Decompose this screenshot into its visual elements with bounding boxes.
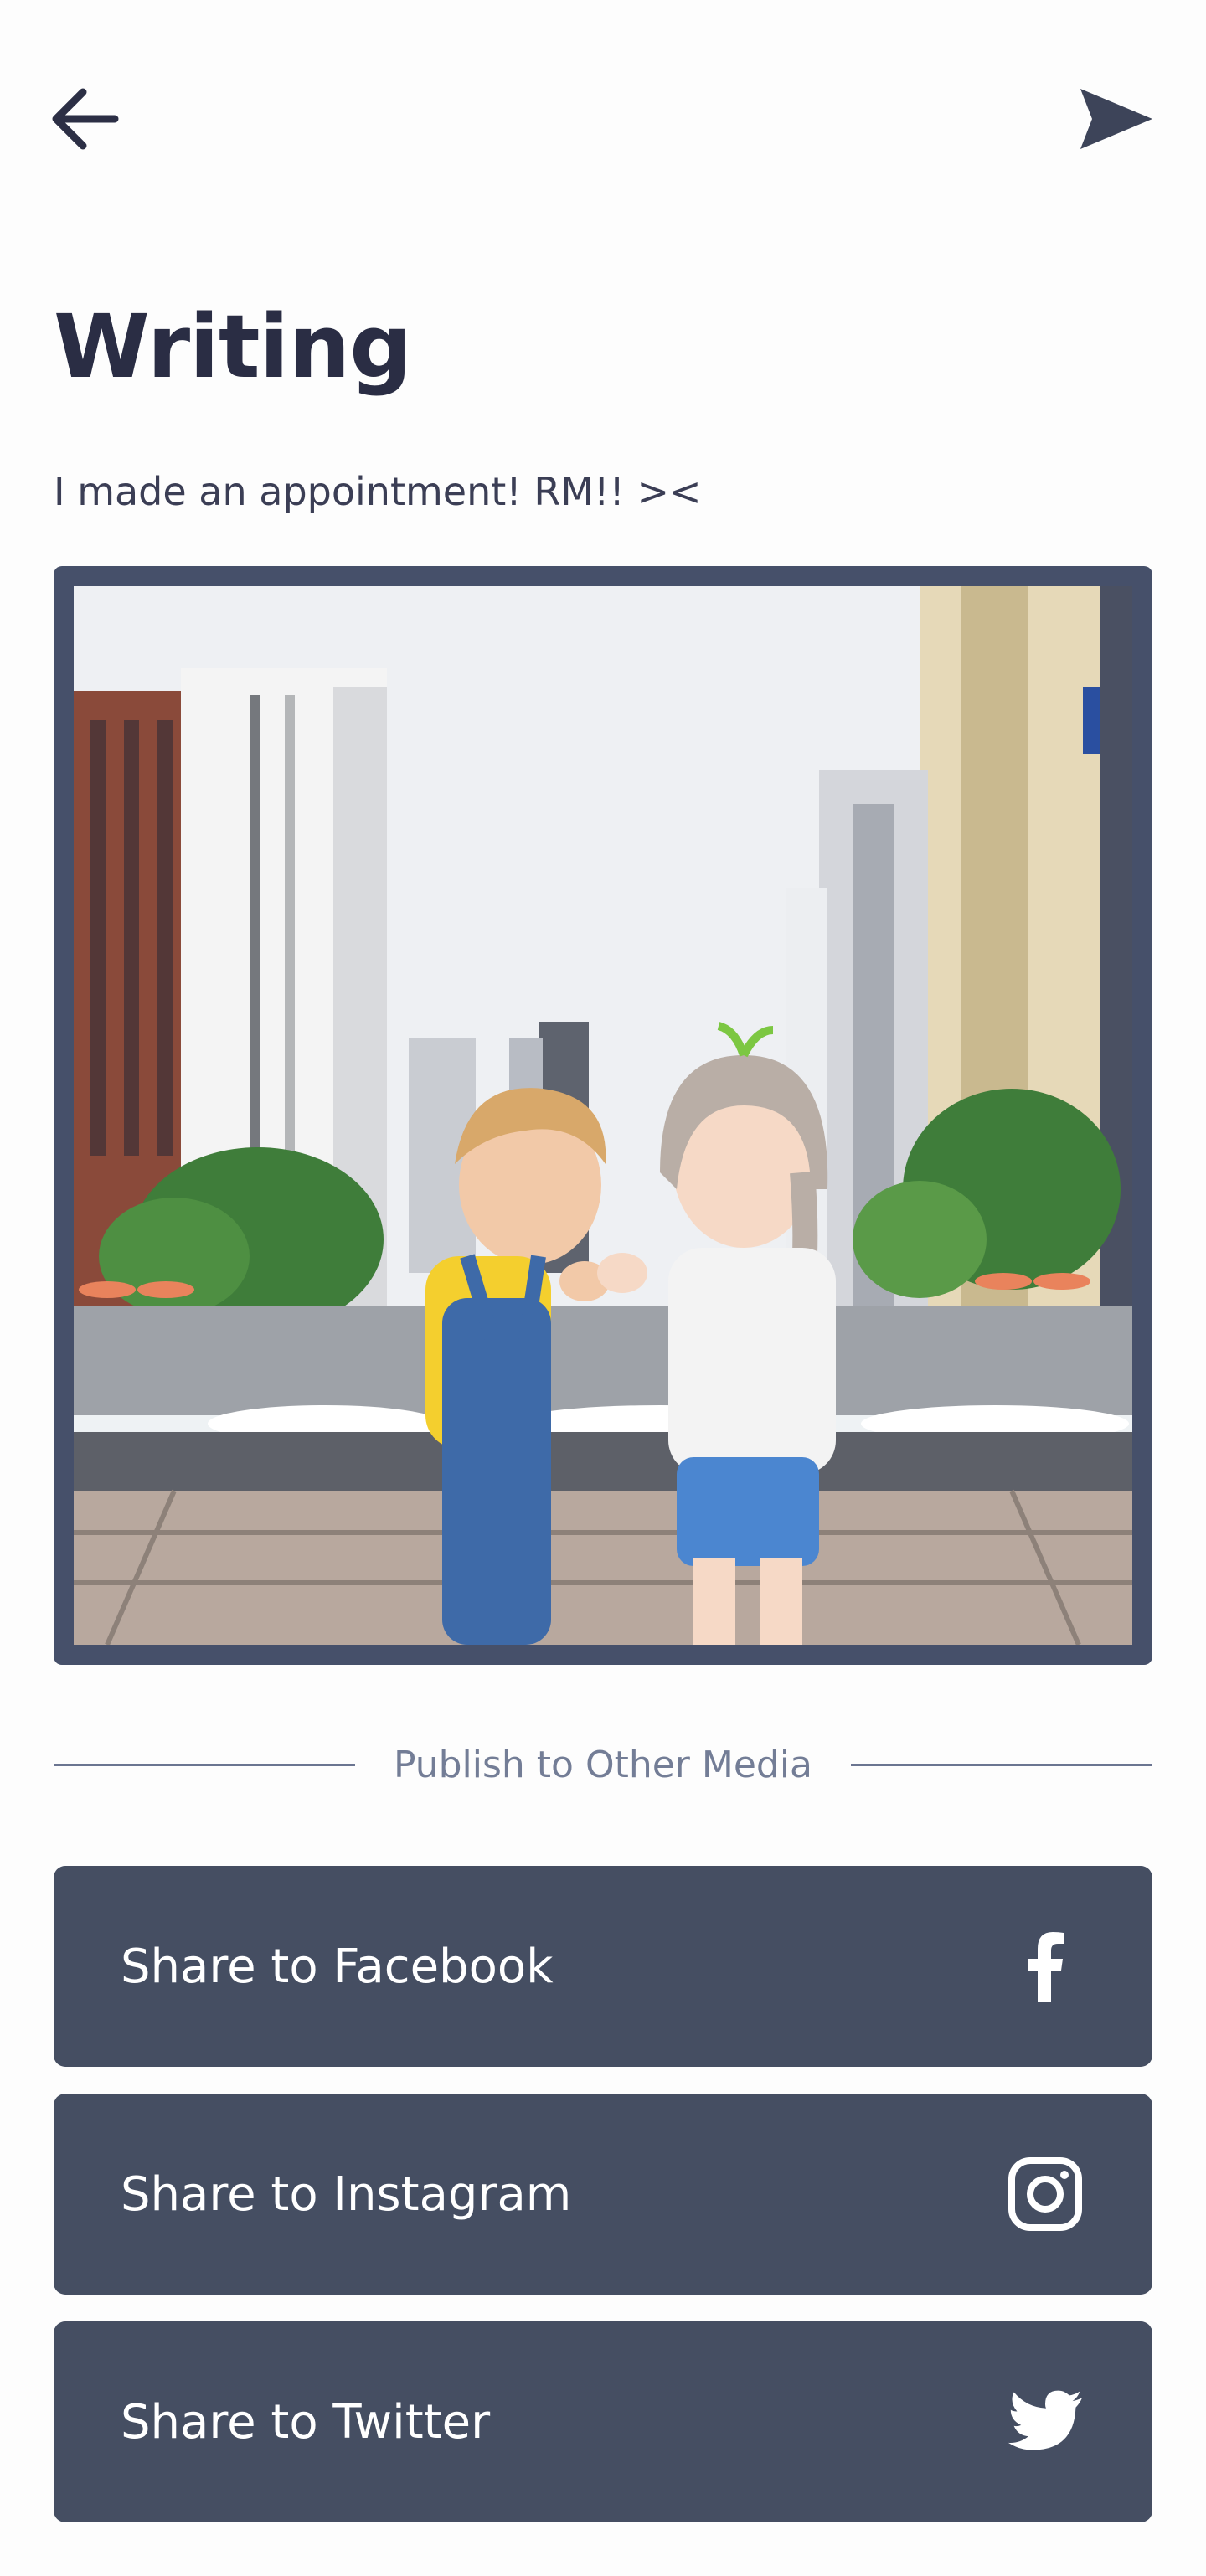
divider-line-right [851, 1763, 1152, 1766]
share-twitter-label: Share to Twitter [121, 2394, 491, 2450]
top-bar [0, 0, 1206, 201]
divider-line-left [54, 1763, 355, 1766]
share-twitter-button[interactable]: Share to Twitter [54, 2321, 1152, 2522]
post-caption: I made an appointment! RM!! >< [54, 469, 702, 514]
share-facebook-label: Share to Facebook [121, 1939, 554, 1994]
share-instagram-label: Share to Instagram [121, 2166, 572, 2222]
publish-divider-label: Publish to Other Media [393, 1743, 813, 1786]
photo-illustration [74, 586, 1132, 1645]
post-photo [54, 566, 1152, 1665]
share-facebook-button[interactable]: Share to Facebook [54, 1866, 1152, 2067]
share-instagram-button[interactable]: Share to Instagram [54, 2094, 1152, 2295]
back-button[interactable] [44, 77, 127, 161]
facebook-icon [1007, 1928, 1084, 2005]
page-title: Writing [54, 296, 412, 398]
instagram-icon [1007, 2156, 1084, 2233]
publish-divider: Publish to Other Media [54, 1737, 1152, 1792]
send-icon [1080, 89, 1152, 149]
send-button[interactable] [1070, 77, 1162, 161]
twitter-icon [1007, 2383, 1084, 2460]
arrow-left-icon [52, 88, 119, 150]
